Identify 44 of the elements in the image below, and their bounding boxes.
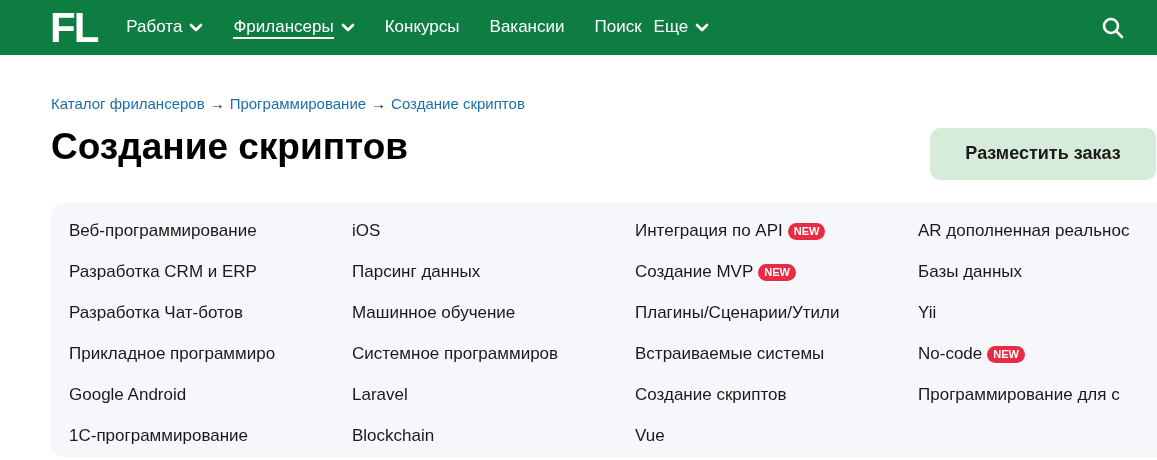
category-link[interactable]: Yii xyxy=(918,300,937,326)
category-link[interactable]: AR дополненная реальнос xyxy=(918,218,1130,244)
nav-link[interactable]: Еще xyxy=(653,16,710,39)
new-badge: NEW xyxy=(987,345,1025,363)
nav-link[interactable]: Работа xyxy=(126,16,204,39)
breadcrumb-link[interactable]: Программирование xyxy=(229,93,367,116)
category-link[interactable]: iOS xyxy=(352,218,381,244)
category-link[interactable]: Интеграция по API xyxy=(635,218,783,244)
nav-link[interactable]: Вакансии xyxy=(489,16,565,39)
category-link[interactable]: Системное программиров xyxy=(352,341,559,367)
category-link[interactable]: No-code xyxy=(918,341,983,367)
category-link[interactable]: Разработка CRM и ERP xyxy=(69,259,257,285)
category-link[interactable]: Программирование для с xyxy=(918,382,1120,408)
category-link[interactable]: Google Android xyxy=(69,382,187,408)
category-link[interactable]: Создание MVP xyxy=(635,259,754,285)
category-link[interactable]: Плагины/Сценарии/Утили xyxy=(635,300,840,326)
breadcrumb-separator: → xyxy=(209,94,225,114)
search-icon[interactable] xyxy=(1101,15,1125,40)
category-link[interactable]: Разработка Чат-ботов xyxy=(69,300,244,326)
nav-link[interactable]: Конкурсы xyxy=(384,16,460,39)
category-link[interactable]: Веб-программирование xyxy=(69,218,257,244)
category-link[interactable]: Прикладное программиро xyxy=(69,341,276,367)
category-link[interactable]: Базы данных xyxy=(918,259,1023,285)
category-link[interactable]: Машинное обучение xyxy=(352,300,516,326)
chevron-down-icon xyxy=(340,23,355,32)
category-link[interactable]: 1С-программирование xyxy=(69,423,249,449)
place-order-button[interactable]: Разместить заказ xyxy=(930,127,1156,180)
category-link[interactable]: Парсинг данных xyxy=(352,259,481,285)
category-link[interactable]: Blockchain xyxy=(352,423,435,449)
nav-link[interactable]: Поиск xyxy=(594,16,642,39)
chevron-down-icon xyxy=(189,23,204,32)
category-link[interactable]: Создание скриптов xyxy=(635,382,787,408)
category-link[interactable]: Встраиваемые системы xyxy=(635,341,825,367)
new-badge: NEW xyxy=(758,263,796,281)
category-link[interactable]: Vue xyxy=(635,423,665,449)
breadcrumb-link[interactable]: Каталог фрилансеров xyxy=(51,93,205,116)
chevron-down-icon xyxy=(695,23,710,32)
breadcrumb-link[interactable]: Создание скриптов xyxy=(391,93,525,116)
category-link[interactable]: Laravel xyxy=(352,382,408,408)
breadcrumb-separator: → xyxy=(371,94,387,114)
new-badge: NEW xyxy=(787,222,826,240)
page-title: Создание скриптов xyxy=(51,124,408,169)
logo[interactable]: FL xyxy=(50,6,98,49)
nav-link[interactable]: Фрилансеры xyxy=(233,16,355,39)
